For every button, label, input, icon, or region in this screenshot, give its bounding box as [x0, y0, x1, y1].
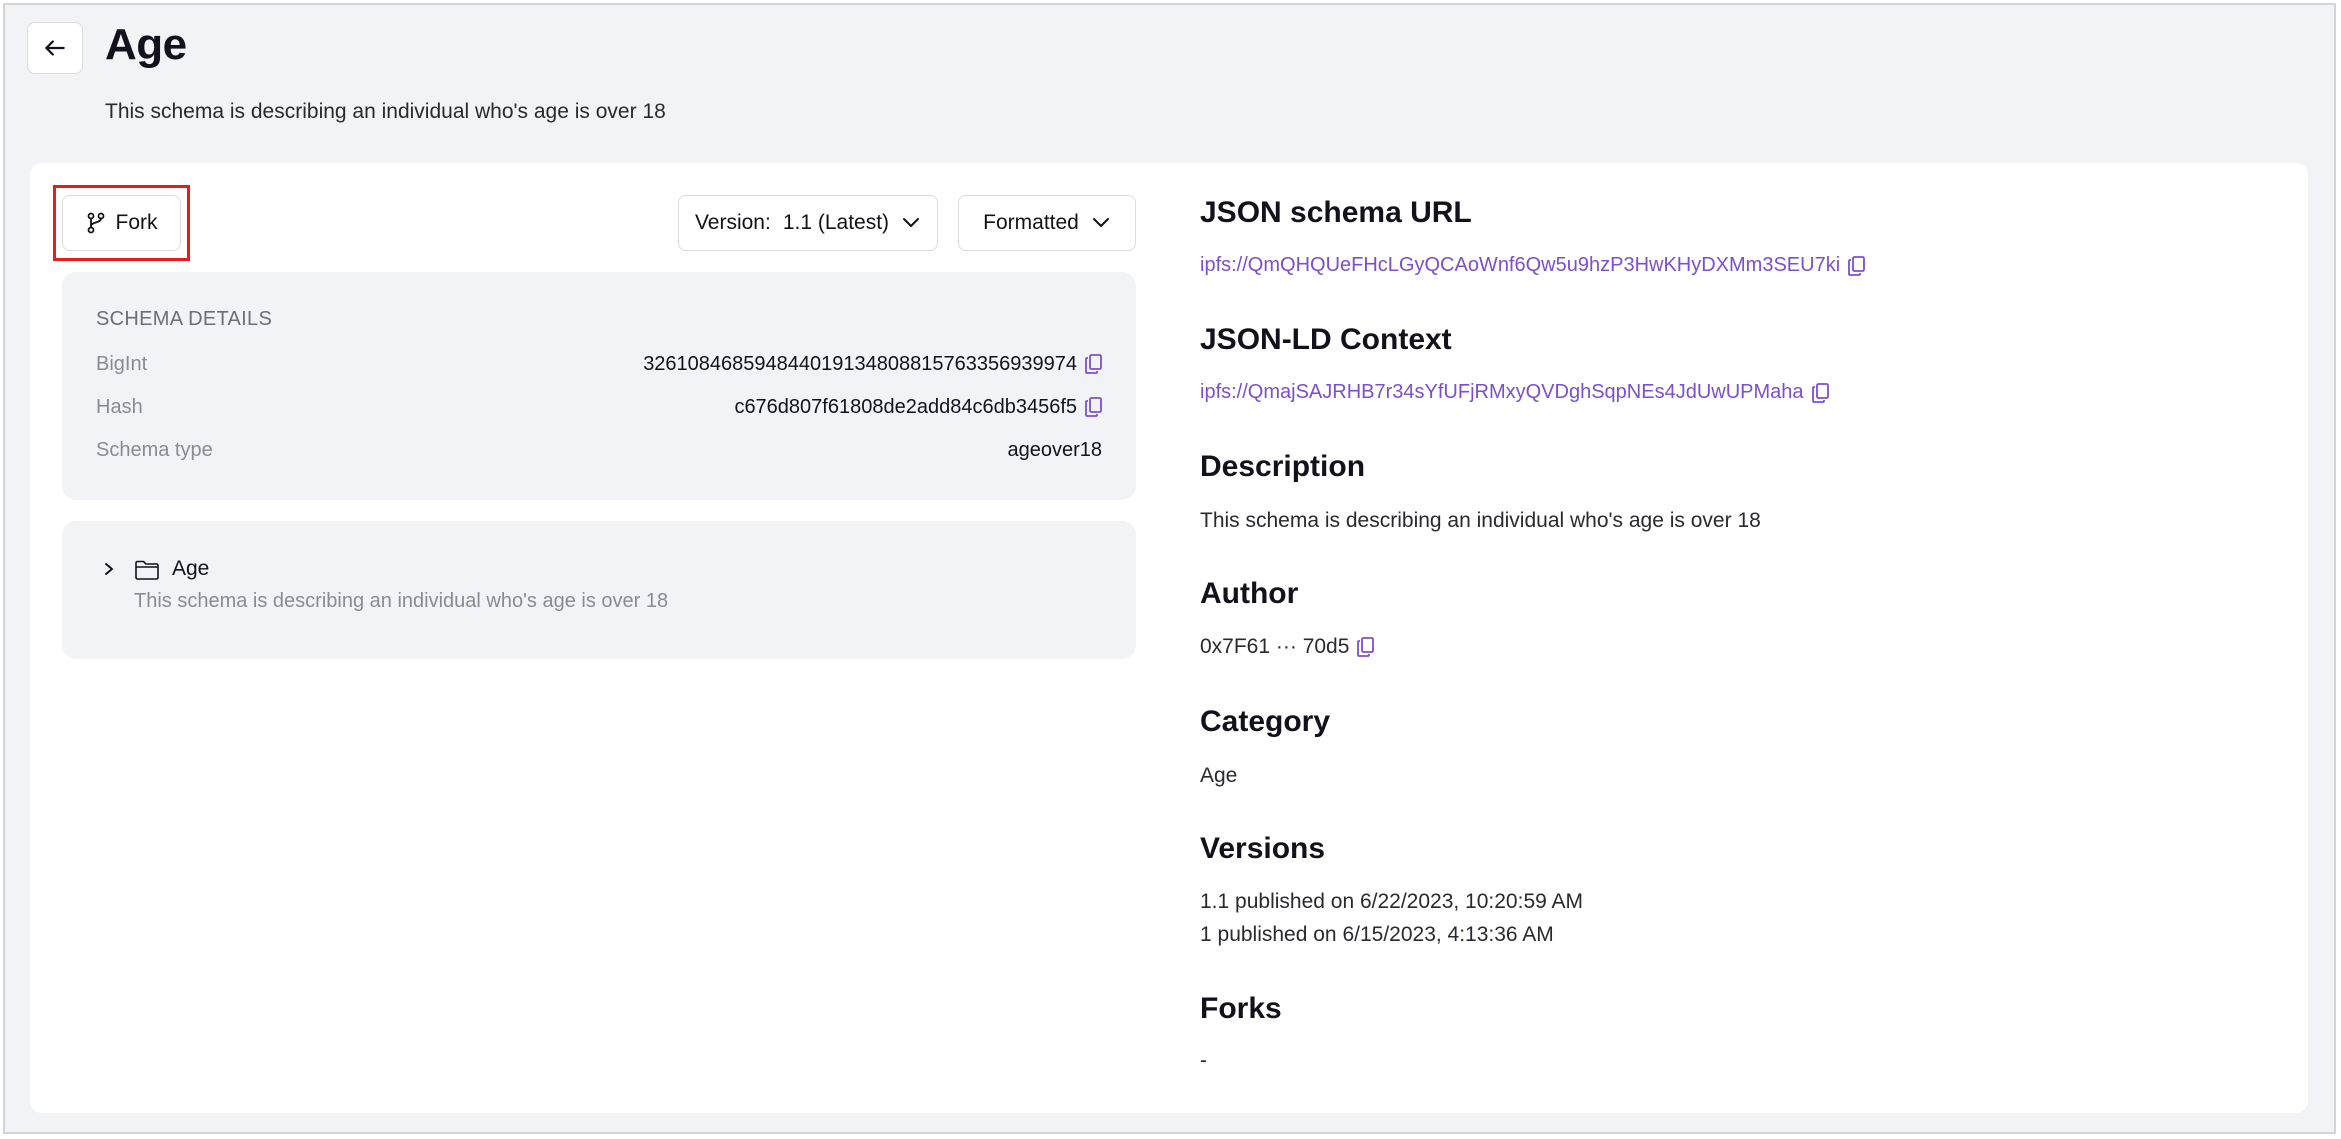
copy-icon[interactable] — [1085, 354, 1102, 374]
tree-node-name[interactable]: Age — [172, 557, 209, 581]
version-item: 1 published on 6/15/2023, 4:13:36 AM — [1200, 923, 1554, 946]
schema-details-title: SCHEMA DETAILS — [96, 308, 273, 330]
json-schema-url-link[interactable]: ipfs://QmQHQUeFHcLGyQCAoWnf6Qw5u9hzP3HwK… — [1200, 254, 1840, 277]
schema-details-panel: SCHEMA DETAILS BigInt 326108468594844019… — [62, 272, 1136, 500]
category-heading: Category — [1200, 705, 1331, 738]
copy-icon[interactable] — [1357, 637, 1375, 657]
chevron-down-icon — [1092, 218, 1109, 227]
json-schema-url-row: ipfs://QmQHQUeFHcLGyQCAoWnf6Qw5u9hzP3HwK… — [1200, 254, 1866, 277]
git-fork-icon — [87, 212, 104, 234]
detail-row-hash: Hash c676d807f61808de2add84c6db3456f5 — [96, 392, 1102, 422]
version-prefix: Version: — [694, 211, 771, 234]
detail-value: 326108468594844019134808815763356939974 — [643, 353, 1102, 376]
description-text: This schema is describing an individual … — [1200, 509, 1761, 532]
version-value: 1.1 (Latest) — [782, 211, 890, 234]
detail-value: ageover18 — [1007, 439, 1102, 462]
jsonld-context-heading: JSON-LD Context — [1200, 323, 1452, 356]
fork-label: Fork — [115, 211, 158, 234]
copy-icon[interactable] — [1848, 255, 1866, 276]
detail-label: Hash — [96, 395, 143, 418]
fork-button[interactable]: Fork — [62, 195, 181, 251]
jsonld-context-row: ipfs://QmajSAJRHB7r34sYfUFjRMxyQVDghSqpN… — [1200, 381, 1829, 404]
page-title: Age — [105, 20, 187, 69]
detail-row-schema-type: Schema type ageover18 — [96, 435, 1102, 465]
page-subtitle: This schema is describing an individual … — [105, 100, 666, 123]
detail-row-bigint: BigInt 326108468594844019134808815763356… — [96, 349, 1102, 379]
back-button[interactable] — [27, 22, 83, 74]
author-heading: Author — [1200, 577, 1299, 610]
format-select[interactable]: Formatted — [958, 195, 1136, 251]
arrow-left-icon — [45, 40, 65, 56]
author-row: 0x7F61 ··· 70d5 — [1200, 635, 1375, 659]
versions-heading: Versions — [1200, 832, 1326, 865]
description-heading: Description — [1200, 450, 1366, 483]
chevron-down-icon — [903, 218, 920, 227]
jsonld-context-link[interactable]: ipfs://QmajSAJRHB7r34sYfUFjRMxyQVDghSqpN… — [1200, 381, 1804, 404]
forks-value: - — [1200, 1049, 1207, 1072]
copy-icon[interactable] — [1811, 382, 1829, 403]
forks-heading: Forks — [1200, 992, 1282, 1025]
json-schema-url-heading: JSON schema URL — [1200, 196, 1472, 229]
folder-icon — [134, 558, 160, 587]
detail-label: Schema type — [96, 438, 213, 461]
detail-label: BigInt — [96, 352, 148, 375]
author-address: 0x7F61 ··· 70d5 — [1200, 635, 1350, 658]
schema-type-value: ageover18 — [1007, 438, 1102, 461]
version-item: 1.1 published on 6/22/2023, 10:20:59 AM — [1200, 890, 1583, 913]
format-value: Formatted — [983, 211, 1079, 234]
category-value: Age — [1200, 764, 1238, 787]
bigint-value: 326108468594844019134808815763356939974 — [643, 352, 1077, 375]
version-select[interactable]: Version: 1.1 (Latest) — [678, 195, 938, 251]
hash-value: c676d807f61808de2add84c6db3456f5 — [734, 395, 1077, 418]
copy-icon[interactable] — [1085, 397, 1102, 417]
detail-value: c676d807f61808de2add84c6db3456f5 — [734, 396, 1102, 419]
tree-node-description: This schema is describing an individual … — [134, 590, 669, 612]
chevron-right-icon[interactable] — [102, 559, 116, 584]
schema-tree-panel: Age This schema is describing an individ… — [62, 521, 1136, 659]
